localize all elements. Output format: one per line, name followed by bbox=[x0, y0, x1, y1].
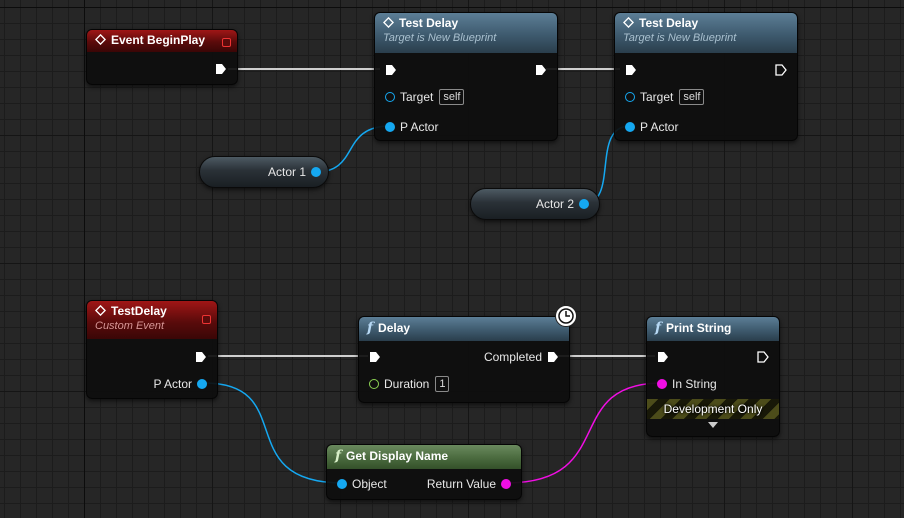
duration-pin[interactable] bbox=[369, 379, 379, 389]
return-value-label: Return Value bbox=[426, 477, 496, 491]
delay-node[interactable]: f Delay Completed Duration 1 bbox=[358, 305, 577, 403]
in-string-pin[interactable] bbox=[657, 379, 667, 389]
clock-icon bbox=[555, 305, 577, 327]
target-self-value[interactable]: self bbox=[439, 89, 465, 105]
test-delay-1-subtitle: Target is New Blueprint bbox=[383, 32, 497, 44]
duration-value-field[interactable]: 1 bbox=[435, 376, 450, 392]
p-actor-pin[interactable] bbox=[625, 122, 635, 132]
event-beginplay-header[interactable]: Event BeginPlay bbox=[87, 30, 237, 52]
event-diamond-icon bbox=[95, 305, 106, 316]
custom-event-testdelay-node[interactable]: TestDelay Custom Event P Actor bbox=[86, 300, 218, 399]
test-delay-node-1[interactable]: Test Delay Target is New Blueprint Targe… bbox=[374, 12, 558, 141]
completed-label: Completed bbox=[483, 350, 542, 364]
p-actor-pin[interactable] bbox=[385, 122, 395, 132]
p-actor-label: P Actor bbox=[153, 377, 192, 391]
test-delay-node-2[interactable]: Test Delay Target is New Blueprint Targe… bbox=[614, 12, 798, 141]
event-delegate-icon[interactable] bbox=[202, 315, 211, 324]
return-value-pin[interactable] bbox=[501, 479, 511, 489]
event-beginplay-title: Event BeginPlay bbox=[111, 33, 206, 47]
actor1-variable-node[interactable]: Actor 1 bbox=[199, 156, 329, 188]
print-string-title: Print String bbox=[666, 321, 732, 335]
target-label: Target bbox=[400, 90, 434, 104]
test-delay-2-title: Test Delay bbox=[639, 16, 699, 30]
exec-in-pin[interactable] bbox=[657, 351, 669, 363]
test-delay-1-title: Test Delay bbox=[399, 16, 459, 30]
function-f-icon: f bbox=[655, 320, 662, 336]
custom-event-subtitle: Custom Event bbox=[95, 320, 165, 332]
exec-in-pin[interactable] bbox=[625, 64, 637, 76]
get-display-name-header[interactable]: f Get Display Name bbox=[327, 445, 521, 469]
get-display-name-node[interactable]: f Get Display Name Object Return Value bbox=[326, 444, 522, 500]
actor1-output-pin[interactable] bbox=[311, 167, 321, 177]
object-label: Object bbox=[352, 477, 387, 491]
duration-label: Duration bbox=[384, 377, 430, 391]
test-delay-1-header[interactable]: Test Delay Target is New Blueprint bbox=[375, 13, 557, 53]
event-diamond-icon bbox=[623, 17, 634, 28]
custom-event-header[interactable]: TestDelay Custom Event bbox=[87, 301, 217, 339]
in-string-label: In String bbox=[672, 377, 717, 391]
function-f-icon: f bbox=[335, 448, 342, 464]
event-diamond-icon bbox=[95, 34, 106, 45]
target-pin[interactable] bbox=[625, 92, 635, 102]
function-f-icon: f bbox=[367, 320, 374, 336]
custom-event-title: TestDelay bbox=[111, 304, 167, 318]
development-only-banner: Development Only bbox=[647, 399, 779, 419]
target-pin[interactable] bbox=[385, 92, 395, 102]
exec-out-pin[interactable] bbox=[195, 351, 207, 363]
object-wire-pactor-to-getdisplayname bbox=[203, 382, 344, 484]
exec-out-pin-unconnected[interactable] bbox=[775, 64, 787, 76]
event-delegate-icon[interactable] bbox=[222, 38, 231, 47]
actor2-label: Actor 2 bbox=[535, 197, 574, 211]
actor2-variable-node[interactable]: Actor 2 bbox=[470, 188, 600, 220]
event-diamond-icon bbox=[383, 17, 394, 28]
target-self-value[interactable]: self bbox=[679, 89, 705, 105]
object-pin[interactable] bbox=[337, 479, 347, 489]
p-actor-label: P Actor bbox=[640, 120, 679, 134]
exec-in-pin[interactable] bbox=[385, 64, 397, 76]
completed-exec-pin[interactable] bbox=[547, 351, 559, 363]
target-label: Target bbox=[640, 90, 674, 104]
exec-in-pin[interactable] bbox=[369, 351, 381, 363]
p-actor-output-pin[interactable] bbox=[197, 379, 207, 389]
actor2-output-pin[interactable] bbox=[579, 199, 589, 209]
delay-title: Delay bbox=[378, 321, 411, 335]
exec-out-pin[interactable] bbox=[215, 63, 227, 75]
p-actor-label: P Actor bbox=[400, 120, 439, 134]
get-display-name-title: Get Display Name bbox=[346, 449, 449, 463]
exec-out-pin[interactable] bbox=[535, 64, 547, 76]
test-delay-2-subtitle: Target is New Blueprint bbox=[623, 32, 737, 44]
test-delay-2-header[interactable]: Test Delay Target is New Blueprint bbox=[615, 13, 797, 53]
actor1-label: Actor 1 bbox=[267, 165, 306, 179]
print-string-header[interactable]: f Print String bbox=[647, 317, 779, 341]
print-string-node[interactable]: f Print String In String Development Only bbox=[646, 316, 780, 437]
exec-out-pin-unconnected[interactable] bbox=[757, 351, 769, 363]
event-beginplay-node[interactable]: Event BeginPlay bbox=[86, 29, 238, 85]
delay-header[interactable]: f Delay bbox=[359, 317, 569, 341]
expand-arrow-icon[interactable] bbox=[707, 421, 719, 429]
